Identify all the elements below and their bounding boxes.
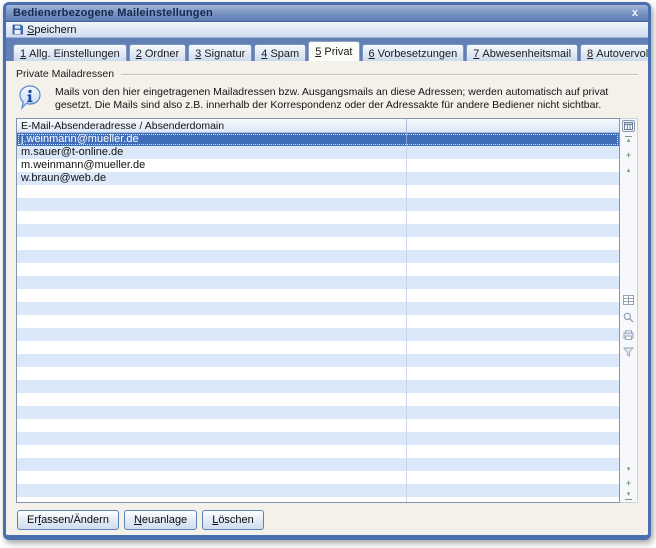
table-row-empty[interactable] — [17, 237, 619, 250]
tab-6[interactable]: 6 Vorbesetzungen — [362, 44, 465, 61]
tab-strip: 1 Allg. Einstellungen2 Ordner3 Signatur4… — [6, 38, 648, 61]
export-icon[interactable] — [623, 330, 635, 342]
page-up-icon[interactable]: + — [620, 151, 637, 159]
erfassen-aendern-button[interactable]: Erfassen/Ändern — [17, 510, 119, 530]
tab-5[interactable]: 5 Privat — [308, 41, 359, 61]
tab-3[interactable]: 3 Signatur — [188, 44, 252, 61]
table-row-empty[interactable] — [17, 224, 619, 237]
group-divider — [121, 74, 638, 75]
title-bar: Bedienerbezogene Maileinstellungen x — [6, 5, 648, 22]
table-row-empty[interactable] — [17, 380, 619, 393]
table-row[interactable]: w.braun@web.de — [17, 172, 619, 185]
column-chooser-icon[interactable] — [622, 120, 635, 132]
table-row-empty[interactable] — [17, 484, 619, 497]
grid-icon[interactable] — [623, 295, 635, 307]
mail-address-table: E-Mail-Absenderadresse / Absenderdomain … — [16, 118, 638, 503]
page-down-icon[interactable]: + — [620, 479, 637, 487]
tab-2[interactable]: 2 Ordner — [129, 44, 186, 61]
info-icon — [18, 84, 42, 111]
tab-page-privat: Private Mailadressen Mails von den hier … — [6, 61, 648, 535]
table-row-empty[interactable] — [17, 419, 619, 432]
jump-top-icon[interactable]: ▴ — [620, 136, 637, 145]
table-grid: E-Mail-Absenderadresse / Absenderdomain … — [16, 118, 620, 503]
neuanlage-button[interactable]: Neuanlage — [124, 510, 197, 530]
info-text: Mails von den hier eingetragenen Mailadr… — [55, 84, 608, 112]
scroll-down-icon[interactable]: ▾ — [620, 466, 637, 474]
table-row-empty[interactable] — [17, 276, 619, 289]
table-row-empty[interactable] — [17, 328, 619, 341]
tab-8[interactable]: 8 Autovervollständigung — [580, 44, 651, 61]
column-header-address[interactable]: E-Mail-Absenderadresse / Absenderdomain — [17, 119, 407, 132]
tab-1[interactable]: 1 Allg. Einstellungen — [13, 44, 127, 61]
search-icon[interactable] — [623, 312, 635, 324]
table-row-empty[interactable] — [17, 185, 619, 198]
table-row-empty[interactable] — [17, 432, 619, 445]
table-row-empty[interactable] — [17, 471, 619, 484]
table-row-empty[interactable] — [17, 393, 619, 406]
settings-window: Bedienerbezogene Maileinstellungen x Spe… — [3, 2, 651, 540]
action-button-row: Erfassen/ÄndernNeuanlageLöschen — [17, 510, 638, 530]
scroll-up-icon[interactable]: ▴ — [620, 167, 637, 175]
save-icon — [12, 24, 23, 35]
filter-icon[interactable] — [623, 347, 635, 359]
table-tool-strip: ▴ + ▴ — [620, 118, 638, 503]
info-panel: Mails von den hier eingetragenen Mailadr… — [18, 84, 638, 112]
group-header: Private Mailadressen — [16, 68, 638, 80]
save-button-label: Speichern — [27, 24, 77, 36]
table-row[interactable]: m.sauer@t-online.de — [17, 146, 619, 159]
table-row-empty[interactable] — [17, 367, 619, 380]
tab-7[interactable]: 7 Abwesenheitsmail — [466, 44, 578, 61]
table-row-empty[interactable] — [17, 211, 619, 224]
group-label: Private Mailadressen — [16, 68, 114, 80]
table-row-empty[interactable] — [17, 497, 619, 502]
table-row[interactable]: j.weinmann@mueller.de — [17, 133, 619, 146]
jump-bottom-icon[interactable]: ▾ — [620, 491, 637, 500]
tab-4[interactable]: 4 Spam — [254, 44, 306, 61]
table-row-empty[interactable] — [17, 198, 619, 211]
table-row-empty[interactable] — [17, 302, 619, 315]
table-row-empty[interactable] — [17, 458, 619, 471]
toolbar: Speichern — [6, 22, 648, 38]
table-body: j.weinmann@mueller.dem.sauer@t-online.de… — [17, 133, 619, 502]
table-row-empty[interactable] — [17, 315, 619, 328]
table-header-row: E-Mail-Absenderadresse / Absenderdomain — [17, 119, 619, 133]
loeschen-button[interactable]: Löschen — [202, 510, 264, 530]
table-row-empty[interactable] — [17, 289, 619, 302]
table-row-empty[interactable] — [17, 354, 619, 367]
table-row-empty[interactable] — [17, 406, 619, 419]
table-row[interactable]: m.weinmann@mueller.de — [17, 159, 619, 172]
save-button[interactable]: Speichern — [27, 24, 77, 36]
table-row-empty[interactable] — [17, 341, 619, 354]
table-row-empty[interactable] — [17, 445, 619, 458]
table-row-empty[interactable] — [17, 250, 619, 263]
column-header-empty[interactable] — [407, 119, 619, 132]
close-icon[interactable]: x — [629, 8, 641, 19]
window-title: Bedienerbezogene Maileinstellungen — [13, 7, 213, 19]
table-row-empty[interactable] — [17, 263, 619, 276]
